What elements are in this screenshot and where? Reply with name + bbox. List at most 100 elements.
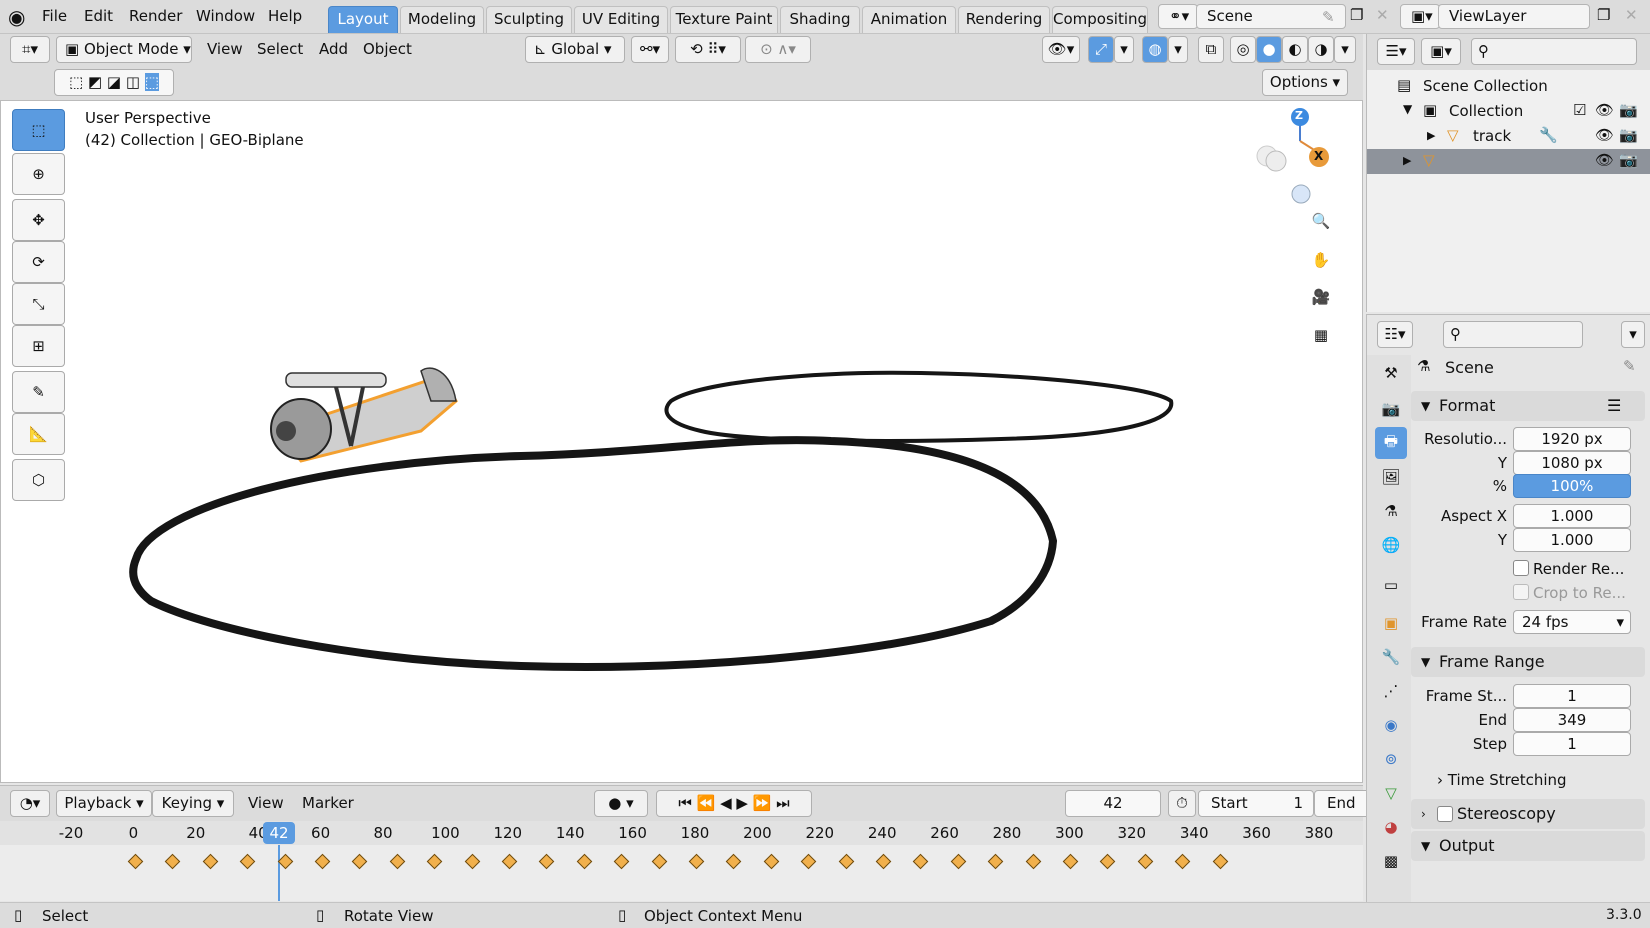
gizmo-toggle-button[interactable]: ⤢ [1088,36,1114,63]
material-shading-button[interactable]: ◐ [1282,36,1308,63]
playback-dropdown[interactable]: Playback ▾ [56,790,152,817]
tab-texture-paint[interactable]: Texture Paint [670,6,778,33]
viewlayer-browse-button[interactable]: ▣▾ [1400,4,1440,29]
outliner-row-scene-collection[interactable]: ▤ Scene Collection [1367,74,1650,99]
current-frame-field[interactable]: 42 [1065,790,1161,817]
render-tab-icon[interactable]: 📷 [1375,393,1407,425]
menu-render[interactable]: Render [129,7,182,25]
stereoscopy-checkbox[interactable] [1437,806,1453,822]
frame-range-panel-header[interactable]: ▼ Frame Range [1411,647,1645,677]
mode-dropdown[interactable]: ▣ Object Mode ▾ [56,36,192,63]
timeline-menu-marker[interactable]: Marker [302,794,354,812]
overlay-toggle-button[interactable]: ◍ [1142,36,1168,63]
viewlayer-name-field[interactable]: ViewLayer [1438,4,1590,29]
tab-shading[interactable]: Shading [780,6,860,33]
scene-browse-button[interactable]: ⚭▾ [1158,4,1198,29]
outliner-row-collection[interactable]: ▼ ▣ Collection ☑ 👁 📷 [1367,99,1650,124]
tab-compositing[interactable]: Compositing [1052,6,1148,33]
playhead-line[interactable] [278,845,280,901]
properties-search-input[interactable]: ⚲ [1443,321,1583,348]
properties-editor-type[interactable]: ☷▾ [1377,321,1413,348]
menu-view[interactable]: View [207,40,243,58]
presets-list-icon[interactable]: ☰ [1607,391,1621,421]
playhead-frame-badge[interactable]: 42 [263,822,295,844]
tab-sculpting[interactable]: Sculpting [486,6,572,33]
tab-layout[interactable]: Layout [328,6,398,33]
start-frame-field[interactable]: Start 1 [1198,790,1314,817]
selection-mode-buttons[interactable]: ⬚ ◩ ◪ ◫ ⬚ [54,69,174,96]
tab-rendering[interactable]: Rendering [958,6,1050,33]
data-tab-icon[interactable]: ▽ [1375,777,1407,809]
frame-step-field[interactable]: 1 [1513,732,1631,756]
render-region-checkbox[interactable] [1513,560,1529,576]
proportional-edit-button[interactable]: ⊙ ∧▾ [745,36,811,63]
timeline-body[interactable] [0,845,1363,901]
timeline-menu-view[interactable]: View [248,794,284,812]
texture-tab-icon[interactable]: ▩ [1375,845,1407,877]
record-button[interactable]: ● ▾ [594,790,648,817]
output-tab-icon[interactable]: 🖶 [1375,427,1407,459]
menu-edit[interactable]: Edit [84,7,113,25]
aspect-x-field[interactable]: 1.000 [1513,504,1631,528]
format-panel-header[interactable]: ▼ Format ☰ [1411,391,1645,421]
keying-dropdown[interactable]: Keying ▾ [152,790,234,817]
menu-window[interactable]: Window [196,7,255,25]
frame-end-field[interactable]: 349 [1513,708,1631,732]
camera-icon[interactable]: 📷 [1619,126,1638,144]
stereoscopy-panel-header[interactable]: › Stereoscopy [1411,799,1645,829]
modifier-tab-icon[interactable]: 🔧 [1375,641,1407,673]
world-tab-icon[interactable]: 🌐 [1375,529,1407,561]
solid-shading-button[interactable]: ● [1256,36,1282,63]
options-dropdown[interactable]: Options ▾ [1262,69,1348,96]
frame-rate-dropdown[interactable]: 24 fps ▾ [1513,610,1631,634]
expand-arrow-icon[interactable]: ▶ [1403,154,1411,167]
outliner-row-selected[interactable]: ▶ ▽ 👁 📷 [1367,149,1650,174]
tab-modeling[interactable]: Modeling [400,6,484,33]
object-tab-icon[interactable]: ▣ [1375,607,1407,639]
exclude-checkbox[interactable]: ☑ [1573,101,1586,119]
zoom-icon[interactable]: 🔍 [1307,207,1335,235]
expand-arrow-icon[interactable]: ▶ [1427,129,1435,142]
menu-add[interactable]: Add [319,40,348,58]
camera-icon[interactable]: 📷 [1619,101,1638,119]
menu-help[interactable]: Help [268,7,302,25]
collection-tab-icon[interactable]: ▭ [1375,569,1407,601]
constraints-tab-icon[interactable]: ⊚ [1375,743,1407,775]
camera-icon[interactable]: 📷 [1619,151,1638,169]
visibility-button[interactable]: 👁▾ [1042,36,1080,63]
blender-logo-icon[interactable]: ◉ [8,5,25,29]
tab-animation[interactable]: Animation [862,6,956,33]
eye-icon[interactable]: 👁 [1595,101,1614,119]
stopwatch-icon[interactable]: ⏱ [1168,790,1196,817]
eye-icon[interactable]: 👁 [1595,126,1614,144]
resolution-x-field[interactable]: 1920 px [1513,427,1631,451]
particles-tab-icon[interactable]: ⋰ [1375,675,1407,707]
new-scene-icon[interactable]: ❐ [1350,6,1363,24]
ortho-grid-icon[interactable]: ▦ [1307,321,1335,349]
playback-controls[interactable]: ⏮ ⏪ ◀ ▶ ⏩ ⏭ [656,790,812,817]
frame-start-field[interactable]: 1 [1513,684,1631,708]
properties-options-dropdown[interactable]: ▾ [1621,321,1645,348]
tab-uv-editing[interactable]: UV Editing [574,6,668,33]
outliner-editor-type[interactable]: ☰▾ [1377,38,1415,65]
pan-hand-icon[interactable]: ✋ [1307,246,1335,274]
delete-scene-icon[interactable]: ✕ [1376,6,1389,24]
resolution-percent-slider[interactable]: 100% [1513,474,1631,498]
editor-type-button[interactable]: ⌗▾ [10,36,50,63]
timeline-editor-type[interactable]: ◔▾ [10,790,50,817]
new-viewlayer-icon[interactable]: ❐ [1597,6,1610,24]
delete-viewlayer-icon[interactable]: ✕ [1625,6,1638,24]
menu-select[interactable]: Select [257,40,303,58]
tool-tab-icon[interactable]: ⚒ [1375,357,1407,389]
transform-orientation-dropdown[interactable]: ⊾ Global ▾ [525,36,625,63]
aspect-y-field[interactable]: 1.000 [1513,528,1631,552]
crop-checkbox[interactable] [1513,584,1529,600]
output-panel-header[interactable]: ▼ Output [1411,831,1645,861]
display-mode-button[interactable]: ▣▾ [1421,38,1461,65]
time-stretching-subpanel[interactable]: › Time Stretching [1437,771,1567,789]
camera-view-icon[interactable]: 🎥 [1307,283,1335,311]
3d-viewport[interactable]: User Perspective (42) Collection | GEO-B… [0,100,1363,783]
view-layer-tab-icon[interactable]: 🖼 [1375,461,1407,493]
snap-button[interactable]: ⟲ ⠿▾ [675,36,741,63]
pin-icon[interactable]: ✎ [1623,357,1636,375]
